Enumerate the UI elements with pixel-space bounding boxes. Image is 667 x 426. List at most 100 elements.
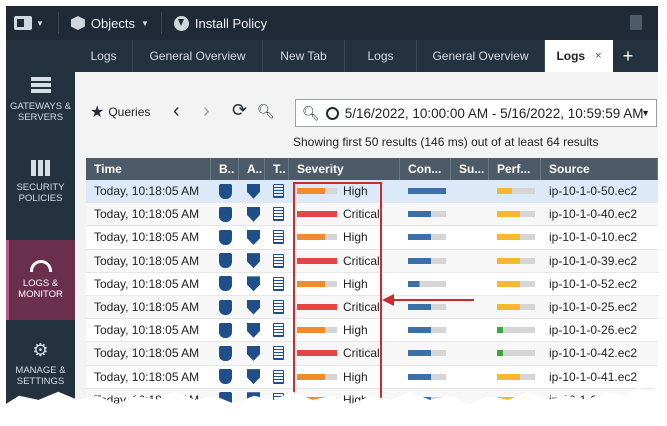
column-header-blade[interactable]: B.. [211,158,239,180]
cell-confidence [400,273,451,295]
column-header-time[interactable]: Time [86,158,211,180]
nav-security-policies[interactable]: SECURITY POLICIES [6,142,75,222]
grid-header: Time B.. A.. T.. Severity Con... Su... P… [86,158,658,180]
confidence-bar [408,304,446,311]
cell-time: Today, 10:18:05 AM [94,369,200,384]
cell-time: Today, 10:18:05 AM [94,392,200,407]
search-icon: 🔍︎ [302,104,320,121]
chevron-down-icon[interactable]: ▼ [641,108,650,118]
tab-label: General Overview [149,49,246,63]
column-header-confidence[interactable]: Con... [400,158,451,180]
install-policy-label: Install Policy [194,15,268,31]
add-tab-button[interactable]: + [613,40,643,72]
cell-action [239,296,265,318]
confidence-bar [408,396,446,403]
app-menu-button[interactable]: ▼ [6,6,52,40]
cell-confidence [400,389,451,404]
cell-confidence [400,319,451,341]
blade-icon [219,229,232,245]
column-header-source[interactable]: Source [541,158,658,180]
confidence-bar [408,350,446,357]
tab-logs-active[interactable]: Logs × [545,40,613,72]
trash-icon[interactable] [630,15,642,30]
refresh-icon[interactable]: ⟳ [232,100,247,121]
cell-source: ip-10-1-0-44.ec2 [549,392,638,407]
tab-general-overview[interactable]: General Overview [417,40,545,72]
cell-blade [211,366,239,388]
log-type-icon [273,230,284,245]
query-syntax-icon[interactable]: 🔍︎ [257,103,275,120]
cell-subscription [451,366,489,388]
shield-icon [247,253,260,269]
cell-action [239,389,265,404]
performance-bar [497,304,535,311]
queries-button[interactable]: ★ Queries [90,102,150,122]
cell-performance [489,203,541,225]
column-header-severity[interactable]: Severity [289,158,400,180]
cell-blade [211,296,239,318]
shield-icon [247,345,260,361]
cell-time: Today, 10:18:05 AM [94,253,200,268]
cell-subscription [451,273,489,295]
install-policy-button[interactable]: Install Policy [168,6,273,40]
cell-blade [211,250,239,272]
objects-button[interactable]: Objects ▼ [65,6,155,40]
blade-icon [219,322,232,338]
confidence-bar [408,234,446,241]
shield-icon [247,229,260,245]
cell-confidence [400,250,451,272]
blade-icon [219,299,232,315]
nav-manage-settings[interactable]: ⚙ MANAGE & SETTINGS [6,324,75,404]
column-header-subscription[interactable]: Su... [451,158,489,180]
toolbar-divider [160,12,162,34]
chevron-down-icon: ▼ [141,18,149,28]
confidence-bar [408,188,446,195]
cell-time: Today, 10:18:05 AM [94,300,200,315]
cell-confidence [400,366,451,388]
cell-source: ip-10-1-0-41.ec2 [549,369,638,384]
app-menu-icon [14,16,32,30]
column-header-performance[interactable]: Perf... [489,158,541,180]
blade-icon [219,392,232,404]
confidence-bar [408,373,446,380]
cell-time: Today, 10:18:05 AM [94,184,200,199]
tab-bar: Logs General Overview New Tab Logs Gener… [75,40,658,72]
log-type-icon [273,276,284,291]
cell-blade [211,203,239,225]
column-header-action[interactable]: A.. [239,158,265,180]
log-type-icon [273,184,284,199]
cell-performance [489,180,541,202]
cell-type [265,203,289,225]
tab-new-tab[interactable]: New Tab [263,40,345,72]
back-arrow-icon[interactable]: ‹ [173,100,180,123]
annotation-arrow [392,299,474,301]
performance-bar [497,327,535,334]
blade-icon [219,253,232,269]
nav-label: GATEWAYS & SERVERS [9,101,72,123]
tab-logs[interactable]: Logs [345,40,417,72]
shield-icon [247,276,260,292]
log-type-icon [273,253,284,268]
gauge-icon [29,260,52,272]
nav-logs-monitor[interactable]: LOGS & MONITOR [6,240,75,320]
cell-type [265,226,289,248]
servers-icon [30,77,51,95]
clock-icon [325,106,339,120]
firewall-icon [30,160,51,176]
cell-blade [211,273,239,295]
forward-arrow-icon[interactable]: › [203,100,210,123]
cell-source: ip-10-1-0-52.ec2 [549,276,638,291]
search-input[interactable]: 🔍︎ 5/16/2022, 10:00:00 AM - 5/16/2022, 1… [295,99,657,127]
tab-logs[interactable]: Logs [75,40,133,72]
cell-blade [211,180,239,202]
cell-type [265,180,289,202]
nav-label: SECURITY POLICIES [16,182,65,204]
cell-performance [489,226,541,248]
log-type-icon [273,392,284,404]
close-icon[interactable]: × [595,50,601,62]
tab-general-overview[interactable]: General Overview [133,40,263,72]
column-header-type[interactable]: T.. [265,158,289,180]
nav-gateways-servers[interactable]: GATEWAYS & SERVERS [6,60,75,140]
cell-action [239,180,265,202]
performance-bar [497,373,535,380]
